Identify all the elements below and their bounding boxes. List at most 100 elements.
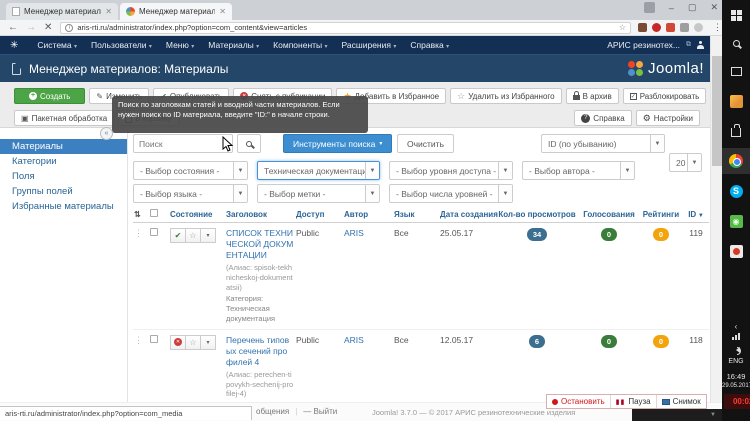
taskbar-chrome-button[interactable]: [722, 148, 750, 174]
stop-icon[interactable]: ✕: [44, 22, 52, 33]
back-icon[interactable]: ←: [8, 22, 18, 33]
scrollbar-thumb[interactable]: [712, 56, 722, 166]
row-checkbox[interactable]: [150, 228, 158, 236]
clock-time[interactable]: 16:49: [722, 372, 750, 381]
extension-icon-1[interactable]: [638, 23, 647, 32]
extension-icon-3[interactable]: [666, 23, 675, 32]
taskbar-skype-button[interactable]: S: [722, 178, 750, 204]
taskbar-store-button[interactable]: [722, 118, 750, 144]
menu-extensions[interactable]: Расширения ▾: [335, 40, 404, 50]
tab-close-icon[interactable]: ✕: [105, 7, 112, 16]
sidebar-item-categories[interactable]: Категории: [0, 154, 127, 169]
row-checkbox[interactable]: [150, 334, 158, 343]
menu-help[interactable]: Справка ▾: [403, 40, 456, 50]
author-link[interactable]: ARIS: [344, 228, 364, 238]
titlebar-extension-icon[interactable]: [643, 2, 655, 13]
site-info-icon[interactable]: i: [65, 23, 74, 32]
sidebar-item-field-groups[interactable]: Группы полей: [0, 184, 127, 199]
taskbar-photos-button[interactable]: [722, 88, 750, 114]
batch-button[interactable]: ▣ Пакетная обработка: [14, 110, 115, 126]
search-button[interactable]: [237, 134, 261, 153]
remove-favorite-button[interactable]: ☆ Удалить из Избранного: [450, 88, 562, 104]
publish-state-button[interactable]: ✔: [170, 228, 186, 243]
tab-close-icon[interactable]: ✕: [219, 7, 226, 16]
browser-menu-icon[interactable]: ⋮: [713, 22, 722, 33]
col-state[interactable]: Состояние: [169, 206, 225, 223]
article-title-link[interactable]: СПИСОК ТЕХНИЧЕСКОЙ ДОКУМЕНТАЦИИ: [226, 228, 294, 261]
col-votes[interactable]: Голосования: [579, 206, 639, 223]
col-rating[interactable]: Рейтинги: [639, 206, 683, 223]
clear-button[interactable]: Очистить: [397, 134, 455, 153]
window-close-button[interactable]: ✕: [710, 2, 718, 13]
sort-select[interactable]: ID (по убыванию) ▼: [541, 134, 665, 153]
page-scrollbar[interactable]: [710, 36, 722, 421]
clock-date[interactable]: 29.05.2017: [722, 383, 750, 389]
browser-tab-2[interactable]: Менеджер материалов ✕: [120, 3, 232, 20]
col-id[interactable]: ID ▼: [683, 206, 709, 223]
col-title[interactable]: Заголовок: [225, 206, 295, 223]
taskbar-recorder-button[interactable]: [722, 238, 750, 264]
drag-handle[interactable]: ⋮: [134, 335, 143, 345]
limit-select[interactable]: 20 ▼: [669, 153, 702, 172]
logout-link[interactable]: — Выйти: [303, 407, 337, 416]
search-tools-button[interactable]: Инструменты поиска ▾: [283, 134, 393, 153]
sidebar-item-fields[interactable]: Поля: [0, 169, 127, 184]
sidebar-item-articles[interactable]: Материалы: [0, 139, 127, 154]
filter-tag-select[interactable]: - Выбор метки - ▼: [257, 184, 380, 203]
site-name-link[interactable]: АРИС резинотех...: [607, 40, 680, 50]
publish-state-button[interactable]: ✕: [170, 334, 186, 350]
menu-users[interactable]: Пользователи ▾: [84, 40, 159, 50]
extension-icon-4[interactable]: [680, 23, 689, 32]
url-field[interactable]: i aris-rti.ru/administrator/index.php?op…: [60, 21, 631, 34]
archive-button[interactable]: В архив: [565, 88, 619, 104]
taskbar-app-green-button[interactable]: ◉: [722, 208, 750, 234]
filter-author-select[interactable]: - Выбор автора - ▼: [522, 161, 635, 180]
filter-category-select[interactable]: Техническая документация ▼: [257, 161, 380, 180]
network-tray-icon[interactable]: [722, 330, 750, 342]
menu-components[interactable]: Компоненты ▾: [266, 40, 334, 50]
recorder-stop-button[interactable]: Остановить: [547, 395, 611, 408]
create-button[interactable]: + Создать: [14, 88, 86, 104]
recorder-snapshot-button[interactable]: Снимок: [657, 395, 706, 408]
menu-menus[interactable]: Меню ▾: [159, 40, 201, 50]
search-input[interactable]: [133, 134, 233, 153]
browser-tab-1[interactable]: Менеджер материалов ✕: [6, 3, 118, 20]
col-hits[interactable]: Кол-во просмотров: [495, 206, 579, 223]
messages-link[interactable]: общения: [256, 407, 289, 416]
start-button[interactable]: [722, 2, 750, 28]
volume-tray-icon[interactable]: [722, 344, 750, 356]
taskbar-search-button[interactable]: [722, 30, 750, 56]
filter-language-select[interactable]: - Выбор языка - ▼: [133, 184, 248, 203]
task-view-button[interactable]: [722, 58, 750, 84]
options-button[interactable]: ⚙ Настройки: [635, 110, 700, 126]
author-link[interactable]: ARIS: [344, 335, 364, 345]
state-dropdown-button[interactable]: ▾: [200, 228, 216, 243]
unlock-button[interactable]: ✓ Разблокировать: [622, 88, 707, 104]
sidebar-toggle-icon[interactable]: «: [100, 127, 113, 140]
window-minimize-button[interactable]: –: [669, 3, 674, 13]
col-language[interactable]: Язык: [393, 206, 439, 223]
drag-handle[interactable]: ⋮: [134, 228, 143, 238]
extension-icon-5[interactable]: [694, 23, 703, 32]
ordering-sort-icon[interactable]: ⇅: [133, 206, 149, 223]
menu-system[interactable]: Система ▾: [30, 40, 84, 50]
caret-down-icon[interactable]: ▼: [710, 412, 716, 418]
forward-icon[interactable]: →: [26, 22, 36, 33]
select-all-checkbox[interactable]: [150, 209, 158, 217]
filter-levels-select[interactable]: - Выбор числа уровней - ▼: [389, 184, 513, 203]
recorder-pause-button[interactable]: ▮▮ Пауза: [611, 395, 657, 408]
bookmark-star-icon[interactable]: ☆: [619, 23, 626, 32]
sidebar-item-featured[interactable]: Избранные материалы: [0, 199, 127, 214]
help-button[interactable]: ? Справка: [574, 110, 632, 126]
filter-access-select[interactable]: - Выбор уровня доступа - ▼: [389, 161, 513, 180]
extension-icon-2[interactable]: [652, 23, 661, 32]
col-author[interactable]: Автор: [343, 206, 393, 223]
window-restore-button[interactable]: ▢: [688, 2, 697, 13]
feature-state-button[interactable]: ☆: [185, 228, 201, 243]
article-title-link[interactable]: Перечень типовых сечений профилей 4: [226, 335, 294, 368]
col-date[interactable]: Дата создания: [439, 206, 498, 223]
filter-state-select[interactable]: - Выбор состояния - ▼: [133, 161, 248, 180]
user-icon[interactable]: [697, 41, 705, 49]
menu-content[interactable]: Материалы ▾: [201, 40, 266, 50]
col-access[interactable]: Доступ: [295, 206, 343, 223]
